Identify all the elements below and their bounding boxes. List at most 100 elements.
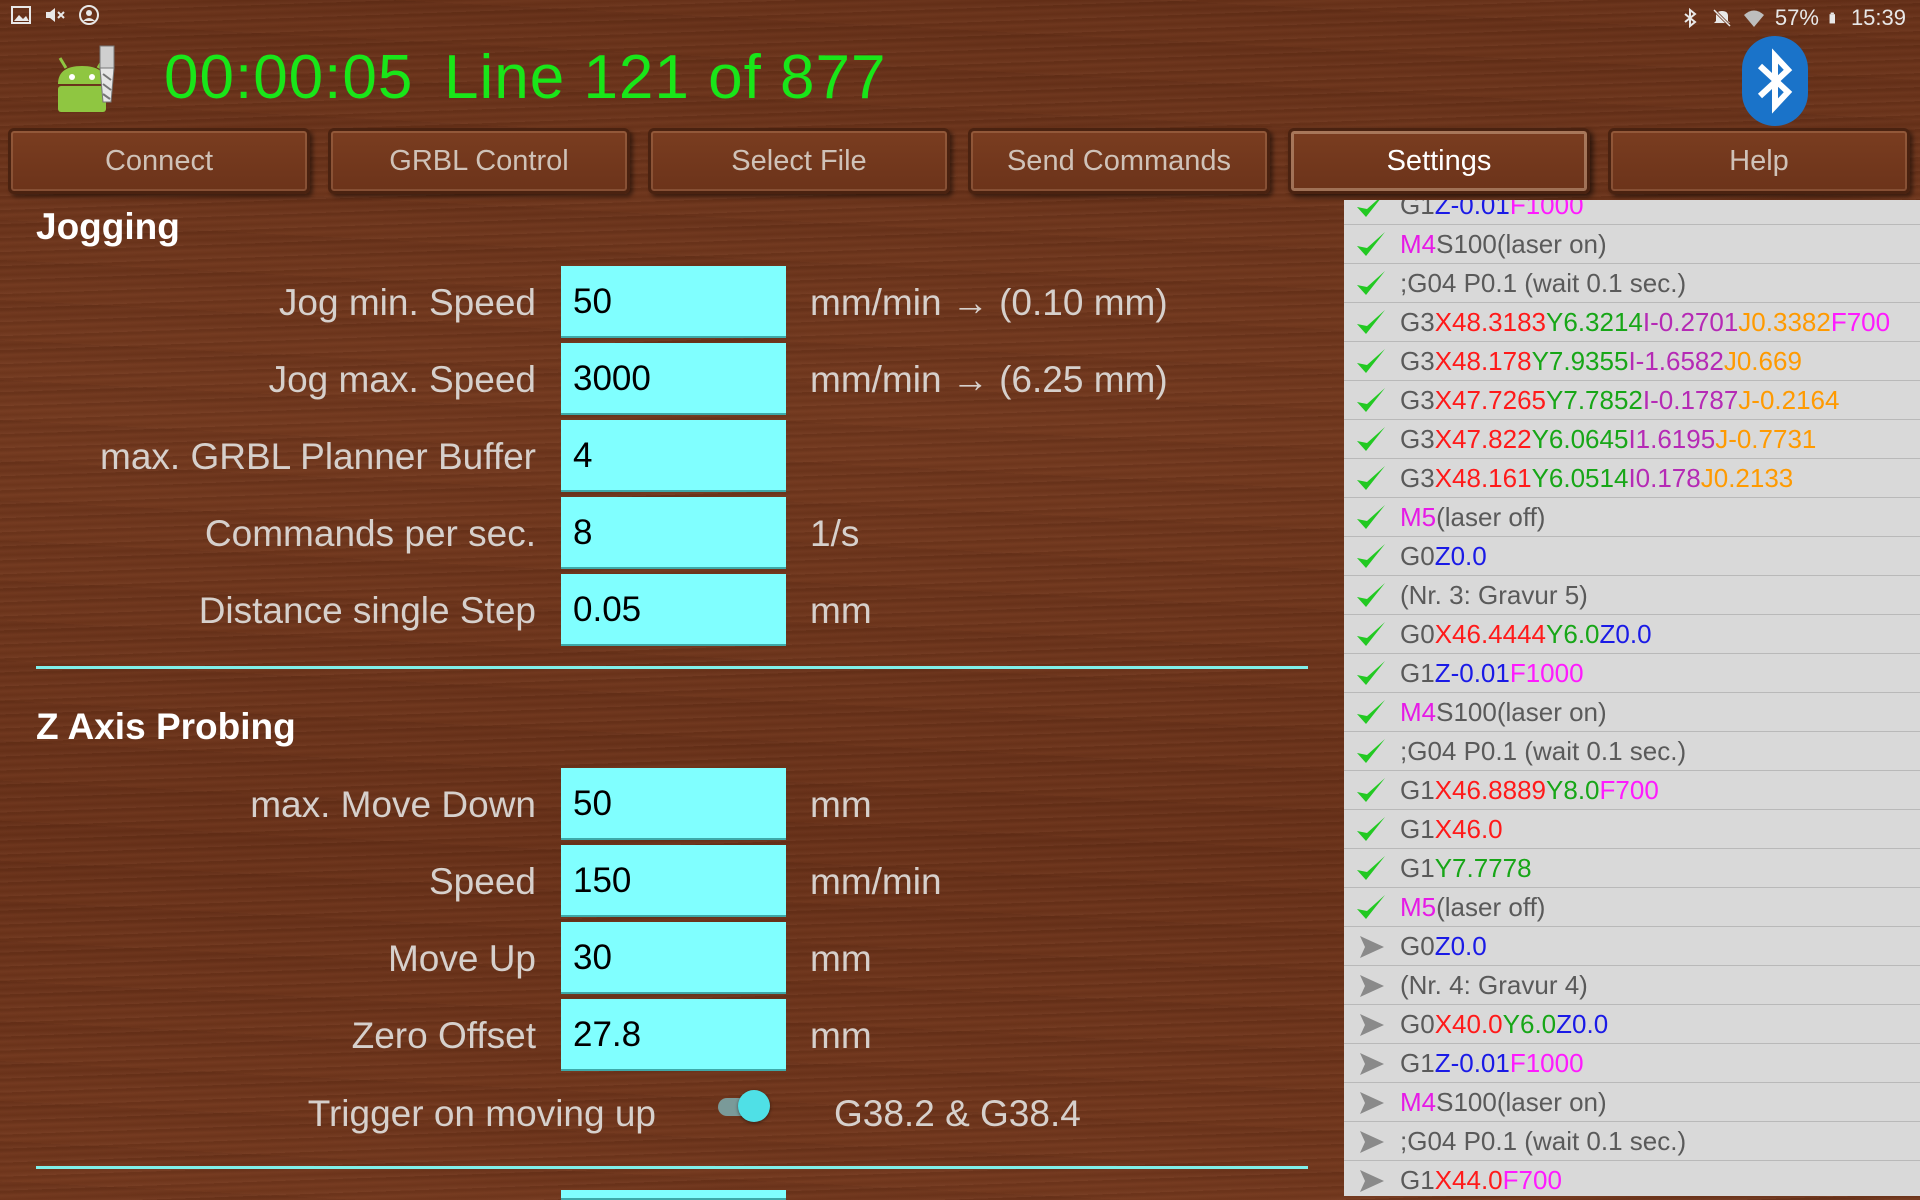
gcode-token: Y6.0514: [1531, 463, 1629, 493]
tab-help[interactable]: Help: [1608, 128, 1910, 194]
gcode-line[interactable]: G0X40.0Y6.0Z0.0: [1344, 1005, 1920, 1044]
toggle-knob[interactable]: [738, 1090, 770, 1122]
gcode-token: ;G04 P0.1 (wait 0.1 sec.): [1400, 736, 1687, 766]
gcode-line[interactable]: G1X44.0F700: [1344, 1161, 1920, 1196]
gcode-token: X46.0: [1434, 814, 1503, 844]
gcode-token: Y7.7778: [1434, 853, 1532, 883]
play-arrow-icon: [1360, 936, 1384, 958]
gcode-token: G1: [1400, 1165, 1435, 1195]
mute-icon: [1712, 8, 1731, 28]
gcode-line[interactable]: G1X46.8889Y8.0F700: [1344, 771, 1920, 810]
gcode-line[interactable]: M4S100(laser on): [1344, 225, 1920, 264]
gcode-token: Y6.3214: [1546, 307, 1643, 337]
gcode-token: F1000: [1509, 658, 1584, 688]
gcode-line[interactable]: ;G04 P0.1 (wait 0.1 sec.): [1344, 264, 1920, 303]
jog-min-speed-input[interactable]: 50: [561, 266, 786, 338]
gcode-token: X48.161: [1434, 463, 1532, 493]
gcode-line-text: G1X46.0: [1400, 814, 1503, 845]
gcode-token: Z-0.01: [1434, 200, 1510, 220]
tab-grbl-control[interactable]: GRBL Control: [328, 128, 630, 194]
probe-speed-input[interactable]: 150: [561, 845, 786, 917]
gcode-line-text: G3X48.3183Y6.3214I-0.2701J0.3382F700: [1400, 307, 1890, 338]
probe-speed-unit: mm/min: [810, 861, 942, 902]
jog-max-speed-input[interactable]: 3000: [561, 343, 786, 415]
single-step-input[interactable]: 0.05: [561, 574, 786, 646]
single-step-unit: mm: [810, 590, 872, 631]
gcode-line[interactable]: G1Z-0.01F1000: [1344, 654, 1920, 693]
gcode-line-text: G1X44.0F700: [1400, 1165, 1562, 1196]
gcode-line[interactable]: G3X48.3183Y6.3214I-0.2701J0.3382F700: [1344, 303, 1920, 342]
gcode-token: X47.7265: [1434, 385, 1547, 415]
gcode-line[interactable]: G1Y7.7778: [1344, 849, 1920, 888]
gcode-token: J-0.2164: [1738, 385, 1840, 415]
gcode-line[interactable]: ;G04 P0.1 (wait 0.1 sec.): [1344, 732, 1920, 771]
planner-buffer-input[interactable]: 4: [561, 420, 786, 492]
zero-offset-label: Zero Offset: [351, 1015, 536, 1056]
zero-offset-input[interactable]: 27.8: [561, 999, 786, 1071]
tab-send-commands[interactable]: Send Commands: [968, 128, 1270, 194]
battery-icon: [1829, 12, 1835, 24]
gcode-token: X40.0: [1434, 1009, 1503, 1039]
gcode-token: X46.4444: [1434, 619, 1547, 649]
commands-per-sec-input[interactable]: 8: [561, 497, 786, 569]
tab-settings[interactable]: Settings: [1288, 128, 1590, 194]
gcode-line[interactable]: G0Z0.0: [1344, 927, 1920, 966]
bluetooth-connection-button[interactable]: [1742, 36, 1808, 126]
gcode-line[interactable]: G0Z0.0: [1344, 537, 1920, 576]
gcode-line-text: G1Z-0.01F1000: [1400, 1048, 1584, 1079]
gcode-line[interactable]: (Nr. 3: Gravur 5): [1344, 576, 1920, 615]
checkmark-icon: [1357, 544, 1385, 568]
gcode-line-text: G0X40.0Y6.0Z0.0: [1400, 1009, 1608, 1040]
checkmark-icon: [1357, 271, 1385, 295]
gcode-line[interactable]: ;G04 P0.1 (wait 0.1 sec.): [1344, 1122, 1920, 1161]
gcode-line[interactable]: M5(laser off): [1344, 888, 1920, 927]
gcode-token: G1: [1400, 814, 1435, 844]
image-icon: [11, 6, 31, 24]
gcode-line[interactable]: M4S100(laser on): [1344, 1083, 1920, 1122]
app-logo-icon: [58, 45, 115, 112]
gcode-line[interactable]: G1Z-0.01F1000: [1344, 1044, 1920, 1083]
gcode-token: Z0.0: [1434, 541, 1487, 571]
gcode-line-text: (Nr. 3: Gravur 5): [1400, 580, 1588, 611]
gcode-token: Z0.0: [1599, 619, 1652, 649]
gcode-token: M5: [1400, 892, 1437, 922]
gcode-line[interactable]: G3X47.7265Y7.7852I-0.1787J-0.2164: [1344, 381, 1920, 420]
max-move-down-label: max. Move Down: [250, 784, 536, 825]
gcode-line[interactable]: G3X48.178Y7.9355I-1.6582J0.669: [1344, 342, 1920, 381]
checkmark-icon: [1357, 895, 1385, 919]
play-arrow-icon: [1360, 1014, 1384, 1036]
gcode-line-text: G1Z-0.01F1000: [1400, 658, 1584, 689]
gcode-line-text: G0X46.4444Y6.0Z0.0: [1400, 619, 1652, 650]
gcode-token: M4: [1400, 1087, 1437, 1117]
checkmark-icon: [1357, 232, 1385, 256]
gcode-line[interactable]: G3X48.161Y6.0514I0.178J0.2133: [1344, 459, 1920, 498]
gcode-line[interactable]: (Nr. 4: Gravur 4): [1344, 966, 1920, 1005]
gcode-token: X48.3183: [1434, 307, 1547, 337]
checkmark-icon: [1357, 700, 1385, 724]
gcode-line-text: G0Z0.0: [1400, 541, 1487, 572]
gcode-token: (Nr. 3: Gravur 5): [1400, 580, 1588, 610]
gcode-token: J-0.7731: [1715, 424, 1817, 454]
gcode-line[interactable]: G1X46.0: [1344, 810, 1920, 849]
gcode-token: G1: [1400, 1048, 1435, 1078]
battery-percent: 57%: [1774, 5, 1819, 30]
move-up-input[interactable]: 30: [561, 922, 786, 994]
planner-buffer-label: max. GRBL Planner Buffer: [100, 436, 536, 477]
max-move-down-input[interactable]: 50: [561, 768, 786, 840]
tab-select-file[interactable]: Select File: [648, 128, 950, 194]
tab-connect[interactable]: Connect: [8, 128, 310, 194]
gcode-line[interactable]: G3X47.822Y6.0645I1.6195J-0.7731: [1344, 420, 1920, 459]
gcode-line-list[interactable]: G1Z-0.01F1000 M4S100(laser on) ;G04 P0.1 (…: [1344, 200, 1920, 1196]
gcode-line[interactable]: G0X46.4444Y6.0Z0.0: [1344, 615, 1920, 654]
gcode-token: X46.8889: [1434, 775, 1547, 805]
section-title-jogging: Jogging: [36, 206, 180, 247]
play-arrow-icon: [1360, 1170, 1384, 1192]
gcode-line[interactable]: M5(laser off): [1344, 498, 1920, 537]
gcode-token: I1.6195: [1628, 424, 1716, 454]
gcode-line[interactable]: M4S100(laser on): [1344, 693, 1920, 732]
gcode-token: I-1.6582: [1628, 346, 1724, 376]
gcode-line[interactable]: G1Z-0.01F1000: [1344, 200, 1920, 225]
gcode-token: (laser off): [1436, 892, 1546, 922]
next-section-input[interactable]: [561, 1190, 786, 1200]
gcode-token: (laser off): [1436, 502, 1546, 532]
